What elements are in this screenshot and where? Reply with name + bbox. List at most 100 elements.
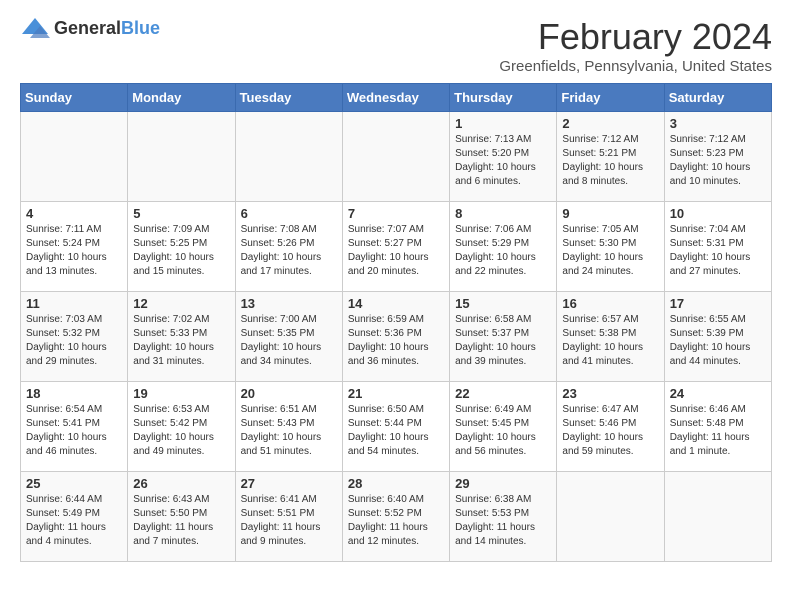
calendar-cell: 23 Sunrise: 6:47 AM Sunset: 5:46 PM Dayli… (557, 382, 664, 472)
day-info: Sunrise: 7:08 AM Sunset: 5:26 PM Dayligh… (241, 223, 337, 279)
day-info: Sunrise: 7:04 AM Sunset: 5:31 PM Dayligh… (670, 223, 766, 279)
calendar-cell: 26 Sunrise: 6:43 AM Sunset: 5:50 PM Dayli… (128, 472, 235, 562)
calendar-header-thursday: Thursday (450, 84, 557, 112)
calendar-week-row: 25 Sunrise: 6:44 AM Sunset: 5:49 PM Dayli… (21, 472, 772, 562)
calendar-cell: 20 Sunrise: 6:51 AM Sunset: 5:43 PM Dayli… (235, 382, 342, 472)
title-area: February 2024 Greenfields, Pennsylvania,… (499, 16, 772, 75)
day-info: Sunrise: 7:03 AM Sunset: 5:32 PM Dayligh… (26, 313, 122, 369)
calendar-cell: 13Sunrise: 7:00 AM Sunset: 5:35 PM Dayli… (235, 292, 342, 382)
calendar-cell: 19 Sunrise: 6:53 AM Sunset: 5:42 PM Dayli… (128, 382, 235, 472)
day-number: 28 (348, 476, 444, 491)
day-number: 11 (26, 296, 122, 311)
day-number: 12 (133, 296, 229, 311)
day-info: Sunrise: 7:02 AM Sunset: 5:33 PM Dayligh… (133, 313, 229, 369)
day-number: 20 (241, 386, 337, 401)
calendar-header-sunday: Sunday (21, 84, 128, 112)
calendar-header-wednesday: Wednesday (342, 84, 449, 112)
calendar-week-row: 18 Sunrise: 6:54 AM Sunset: 5:41 PM Dayli… (21, 382, 772, 472)
day-info: Sunrise: 6:55 AM Sunset: 5:39 PM Dayligh… (670, 313, 766, 369)
calendar-cell: 7 Sunrise: 7:07 AM Sunset: 5:27 PM Daylig… (342, 202, 449, 292)
day-number: 8 (455, 206, 551, 221)
calendar-cell: 1 Sunrise: 7:13 AM Sunset: 5:20 PM Daylig… (450, 112, 557, 202)
day-number: 24 (670, 386, 766, 401)
calendar-cell: 3 Sunrise: 7:12 AM Sunset: 5:23 PM Daylig… (664, 112, 771, 202)
calendar-cell (664, 472, 771, 562)
calendar-cell: 22 Sunrise: 6:49 AM Sunset: 5:45 PM Dayli… (450, 382, 557, 472)
day-info: Sunrise: 7:07 AM Sunset: 5:27 PM Dayligh… (348, 223, 444, 279)
day-number: 2 (562, 116, 658, 131)
header: GeneralBlue February 2024 Greenfields, P… (20, 16, 772, 75)
logo-general: General (54, 18, 121, 38)
day-info: Sunrise: 7:11 AM Sunset: 5:24 PM Dayligh… (26, 223, 122, 279)
day-info: Sunrise: 7:12 AM Sunset: 5:23 PM Dayligh… (670, 133, 766, 189)
calendar-cell: 5Sunrise: 7:09 AM Sunset: 5:25 PM Daylig… (128, 202, 235, 292)
day-number: 15 (455, 296, 551, 311)
day-number: 21 (348, 386, 444, 401)
day-info: Sunrise: 6:54 AM Sunset: 5:41 PM Dayligh… (26, 403, 122, 459)
logo-blue: Blue (121, 18, 160, 38)
day-info: Sunrise: 6:40 AM Sunset: 5:52 PM Dayligh… (348, 493, 444, 549)
day-number: 4 (26, 206, 122, 221)
day-info: Sunrise: 7:13 AM Sunset: 5:20 PM Dayligh… (455, 133, 551, 189)
day-info: Sunrise: 6:57 AM Sunset: 5:38 PM Dayligh… (562, 313, 658, 369)
day-number: 16 (562, 296, 658, 311)
calendar-cell: 18 Sunrise: 6:54 AM Sunset: 5:41 PM Dayli… (21, 382, 128, 472)
day-number: 6 (241, 206, 337, 221)
calendar-cell: 11 Sunrise: 7:03 AM Sunset: 5:32 PM Dayli… (21, 292, 128, 382)
day-number: 14 (348, 296, 444, 311)
day-number: 22 (455, 386, 551, 401)
day-info: Sunrise: 6:53 AM Sunset: 5:42 PM Dayligh… (133, 403, 229, 459)
calendar-cell: 6 Sunrise: 7:08 AM Sunset: 5:26 PM Daylig… (235, 202, 342, 292)
calendar-cell: 2Sunrise: 7:12 AM Sunset: 5:21 PM Daylig… (557, 112, 664, 202)
calendar-cell: 9Sunrise: 7:05 AM Sunset: 5:30 PM Daylig… (557, 202, 664, 292)
calendar-cell (21, 112, 128, 202)
calendar-header-tuesday: Tuesday (235, 84, 342, 112)
day-number: 3 (670, 116, 766, 131)
day-info: Sunrise: 7:05 AM Sunset: 5:30 PM Dayligh… (562, 223, 658, 279)
calendar-cell: 27Sunrise: 6:41 AM Sunset: 5:51 PM Dayli… (235, 472, 342, 562)
calendar-cell (342, 112, 449, 202)
day-info: Sunrise: 7:00 AM Sunset: 5:35 PM Dayligh… (241, 313, 337, 369)
day-number: 19 (133, 386, 229, 401)
calendar-cell (235, 112, 342, 202)
calendar-cell: 12 Sunrise: 7:02 AM Sunset: 5:33 PM Dayli… (128, 292, 235, 382)
logo: GeneralBlue (20, 16, 160, 40)
calendar-cell: 29 Sunrise: 6:38 AM Sunset: 5:53 PM Dayli… (450, 472, 557, 562)
calendar-cell (557, 472, 664, 562)
day-number: 23 (562, 386, 658, 401)
day-info: Sunrise: 6:46 AM Sunset: 5:48 PM Dayligh… (670, 403, 766, 459)
day-number: 25 (26, 476, 122, 491)
calendar-cell (128, 112, 235, 202)
day-info: Sunrise: 6:49 AM Sunset: 5:45 PM Dayligh… (455, 403, 551, 459)
calendar-cell: 10Sunrise: 7:04 AM Sunset: 5:31 PM Dayli… (664, 202, 771, 292)
calendar-cell: 24 Sunrise: 6:46 AM Sunset: 5:48 PM Dayli… (664, 382, 771, 472)
main-title: February 2024 (499, 16, 772, 58)
day-info: Sunrise: 6:47 AM Sunset: 5:46 PM Dayligh… (562, 403, 658, 459)
calendar-header-monday: Monday (128, 84, 235, 112)
day-number: 7 (348, 206, 444, 221)
day-info: Sunrise: 7:06 AM Sunset: 5:29 PM Dayligh… (455, 223, 551, 279)
calendar: SundayMondayTuesdayWednesdayThursdayFrid… (20, 83, 772, 562)
calendar-header-friday: Friday (557, 84, 664, 112)
day-info: Sunrise: 7:09 AM Sunset: 5:25 PM Dayligh… (133, 223, 229, 279)
day-info: Sunrise: 6:43 AM Sunset: 5:50 PM Dayligh… (133, 493, 229, 549)
day-info: Sunrise: 6:51 AM Sunset: 5:43 PM Dayligh… (241, 403, 337, 459)
day-info: Sunrise: 6:38 AM Sunset: 5:53 PM Dayligh… (455, 493, 551, 549)
day-number: 27 (241, 476, 337, 491)
calendar-week-row: 11 Sunrise: 7:03 AM Sunset: 5:32 PM Dayli… (21, 292, 772, 382)
calendar-header-saturday: Saturday (664, 84, 771, 112)
calendar-cell: 21Sunrise: 6:50 AM Sunset: 5:44 PM Dayli… (342, 382, 449, 472)
calendar-cell: 14 Sunrise: 6:59 AM Sunset: 5:36 PM Dayli… (342, 292, 449, 382)
calendar-cell: 16 Sunrise: 6:57 AM Sunset: 5:38 PM Dayli… (557, 292, 664, 382)
day-info: Sunrise: 6:44 AM Sunset: 5:49 PM Dayligh… (26, 493, 122, 549)
day-info: Sunrise: 6:59 AM Sunset: 5:36 PM Dayligh… (348, 313, 444, 369)
calendar-header-row: SundayMondayTuesdayWednesdayThursdayFrid… (21, 84, 772, 112)
calendar-cell: 15Sunrise: 6:58 AM Sunset: 5:37 PM Dayli… (450, 292, 557, 382)
logo-icon (20, 16, 50, 40)
day-number: 29 (455, 476, 551, 491)
calendar-cell: 8 Sunrise: 7:06 AM Sunset: 5:29 PM Daylig… (450, 202, 557, 292)
day-number: 26 (133, 476, 229, 491)
day-number: 1 (455, 116, 551, 131)
calendar-cell: 28 Sunrise: 6:40 AM Sunset: 5:52 PM Dayli… (342, 472, 449, 562)
day-number: 18 (26, 386, 122, 401)
